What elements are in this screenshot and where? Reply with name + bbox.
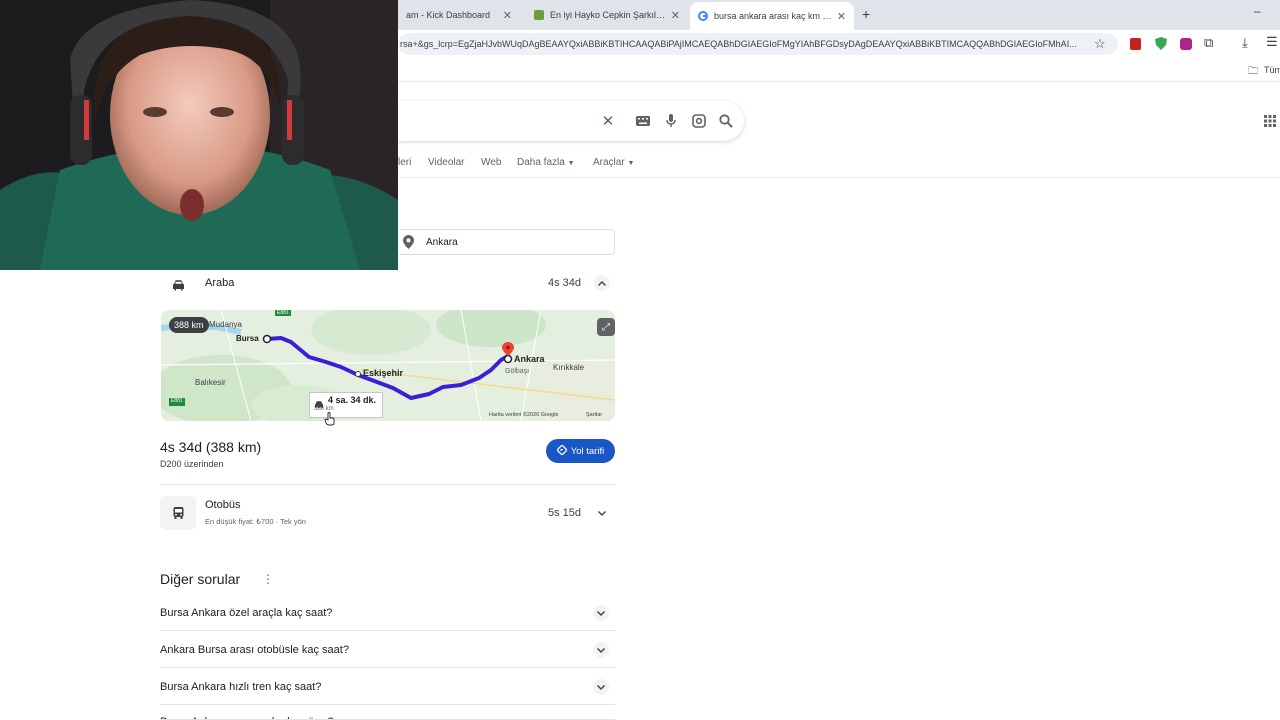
faq-question: Ankara Bursa arası otobüsle kaç saat? xyxy=(160,643,349,656)
tab-videos[interactable]: Videolar xyxy=(428,157,465,168)
lens-camera-icon[interactable] xyxy=(689,111,709,131)
microphone-icon[interactable] xyxy=(661,111,681,131)
close-icon[interactable]: ✕ xyxy=(503,9,512,22)
bookmark-star-icon[interactable]: ☆ xyxy=(1094,36,1106,52)
bus-mode-label: Otobüs xyxy=(205,499,241,511)
caret-down-icon: ▼ xyxy=(567,160,575,167)
route-map[interactable]: 388 km Mudanya Bursa Ankara Eskişehir Ba… xyxy=(161,310,615,421)
expand-map-icon[interactable]: ⤢ xyxy=(597,318,615,336)
destination-value: Ankara xyxy=(426,237,458,248)
bus-price: En düşük fiyat: ₺700 · Tek yön xyxy=(205,517,306,526)
all-bookmarks-link[interactable]: Tüm xyxy=(1264,65,1280,75)
tab-tools-label: Araçlar xyxy=(593,157,625,168)
faq-question: Bursa Ankara hızlı tren kaç saat? xyxy=(160,680,322,693)
tab-kick-dashboard[interactable]: am - Kick Dashboard ✕ xyxy=(398,4,520,26)
bus-duration: 5s 15d xyxy=(548,507,582,519)
search-icon[interactable] xyxy=(716,111,736,131)
route-via: D200 üzerinden xyxy=(160,459,224,469)
destination-marker xyxy=(503,354,513,364)
close-icon[interactable]: ✕ xyxy=(837,10,846,23)
directions-label: Yol tarifi xyxy=(570,445,605,457)
origin-marker xyxy=(262,334,272,344)
chevron-down-icon[interactable] xyxy=(593,605,609,621)
shield-extension-icon[interactable] xyxy=(1155,37,1167,55)
webcam-overlay xyxy=(0,0,398,270)
tab-title: En iyi Hayko Cepkin Şarkıları - T xyxy=(550,10,668,20)
map-label-balikesir: Balıkesir xyxy=(195,378,226,387)
tab-hayko-cepkin[interactable]: En iyi Hayko Cepkin Şarkıları - T ✕ xyxy=(526,4,688,26)
keyboard-icon[interactable] xyxy=(633,111,653,131)
minimize-button[interactable]: – xyxy=(1254,4,1261,18)
tab-web[interactable]: Web xyxy=(481,157,501,168)
webcam-feed-image xyxy=(0,0,398,270)
distance-badge: 388 km xyxy=(169,317,209,333)
pdf-extension-icon[interactable] xyxy=(1130,38,1141,50)
map-label-eskisehir: Eskişehir xyxy=(363,368,404,378)
clear-search-icon[interactable]: ✕ xyxy=(598,111,618,131)
faq-item[interactable]: Bursa Ankara özel araçla kaç saat? xyxy=(160,595,615,631)
url-text: rsa+&gs_lcrp=EgZjaHJvbWUqDAgBEAAYQxiABBi… xyxy=(400,39,1077,49)
faq-item[interactable]: Bursa Ankara arası ne kadar sürer? xyxy=(160,706,615,720)
faq-question: Bursa Ankara arası ne kadar sürer? xyxy=(160,706,334,719)
tab-google-search[interactable]: bursa ankara arası kaç km - Go ✕ xyxy=(690,2,854,30)
divider xyxy=(160,484,615,485)
tab-title: bursa ankara arası kaç km - Go xyxy=(714,11,832,21)
car-mode-row[interactable]: Araba 4s 34d xyxy=(160,270,615,298)
google-favicon-icon xyxy=(698,11,708,21)
folder-icon: 🗀 xyxy=(1248,66,1258,77)
menu-icon[interactable]: ☰ xyxy=(1266,34,1278,50)
directions-icon xyxy=(555,443,568,458)
download-icon[interactable]: ⤓ xyxy=(1242,35,1248,51)
road-label: E881 xyxy=(171,398,183,404)
tab-more[interactable]: Daha fazla ▼ xyxy=(517,157,575,168)
puzzle-extensions-icon[interactable]: ⧉ xyxy=(1204,35,1213,51)
faq-question: Bursa Ankara özel araçla kaç saat? xyxy=(160,606,333,619)
bus-icon xyxy=(160,496,196,530)
nav-divider xyxy=(398,177,1280,178)
route-callout: 4 sa. 34 dk. 388 km xyxy=(309,392,383,418)
chevron-down-icon[interactable] xyxy=(594,505,610,521)
car-duration: 4s 34d xyxy=(548,277,582,289)
map-terms-link[interactable]: Şartlar xyxy=(586,412,602,418)
tab-title: am - Kick Dashboard xyxy=(406,10,491,20)
map-label-mudanya: Mudanya xyxy=(209,320,242,329)
road-label: E881 xyxy=(277,310,289,316)
more-options-icon[interactable]: ⋮ xyxy=(262,572,274,586)
tab-favicon-icon xyxy=(534,10,544,20)
car-icon xyxy=(172,278,185,296)
route-summary: 4s 34d (388 km) xyxy=(160,439,262,455)
app-extension-icon[interactable] xyxy=(1180,38,1192,50)
search-box[interactable]: ✕ xyxy=(398,101,744,141)
faq-item[interactable]: Bursa Ankara hızlı tren kaç saat? xyxy=(160,669,615,705)
tab-more-label: Daha fazla xyxy=(517,157,565,168)
caret-down-icon: ▼ xyxy=(627,160,635,167)
map-label-bursa: Bursa xyxy=(236,334,259,343)
callout-time: 4 sa. 34 dk. xyxy=(328,395,377,405)
tab-tools[interactable]: Araçlar ▼ xyxy=(593,157,634,168)
destination-input[interactable]: Ankara xyxy=(399,229,615,255)
chevron-down-icon[interactable] xyxy=(593,679,609,695)
map-label-kirikkale: Kırıkkale xyxy=(553,363,585,372)
apps-grid-icon[interactable] xyxy=(1264,114,1276,132)
bus-mode-row[interactable]: Otobüs En düşük fiyat: ₺700 · Tek yön 5s… xyxy=(160,494,615,532)
chevron-up-icon[interactable] xyxy=(594,275,610,291)
car-mode-label: Araba xyxy=(205,277,235,289)
map-attribution: Harita verileri ©2026 Google xyxy=(489,412,559,418)
hand-cursor-icon xyxy=(324,412,336,431)
faq-item[interactable]: Ankara Bursa arası otobüsle kaç saat? xyxy=(160,632,615,668)
close-icon[interactable]: ✕ xyxy=(671,9,680,22)
tab-images-partial[interactable]: leri xyxy=(398,157,411,168)
chevron-down-icon[interactable] xyxy=(593,642,609,658)
new-tab-button[interactable]: + xyxy=(862,6,870,22)
address-bar[interactable]: rsa+&gs_lcrp=EgZjaHJvbWUqDAgBEAAYQxiABBi… xyxy=(398,33,1118,55)
map-label-golbasi: Gölbaşı xyxy=(505,368,530,375)
map-label-ankara: Ankara xyxy=(514,354,545,364)
directions-button[interactable]: Yol tarifi xyxy=(546,439,615,463)
other-questions-title: Diğer sorular xyxy=(160,571,241,587)
